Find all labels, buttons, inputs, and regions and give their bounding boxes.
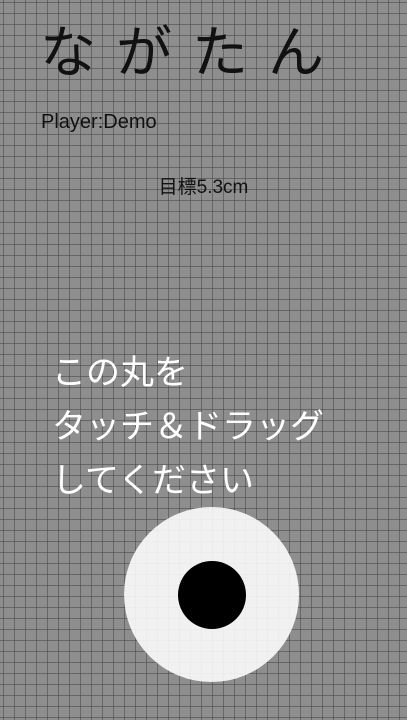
app-title: ながたん bbox=[40, 21, 344, 86]
target-length-label: 目標5.3cm bbox=[158, 177, 249, 198]
instruction-line: タッチ＆ドラッグ bbox=[52, 407, 324, 447]
instruction-line: この丸を bbox=[52, 353, 188, 393]
instructions: この丸を タッチ＆ドラッグ してください bbox=[52, 346, 372, 508]
instruction-line: してください bbox=[52, 461, 254, 501]
drag-circle[interactable] bbox=[124, 507, 299, 682]
game-screen: { "app": { "title": "ながたん" }, "player": … bbox=[0, 0, 407, 720]
player-label: Player:Demo bbox=[41, 111, 157, 133]
drag-circle-center[interactable] bbox=[177, 560, 246, 629]
